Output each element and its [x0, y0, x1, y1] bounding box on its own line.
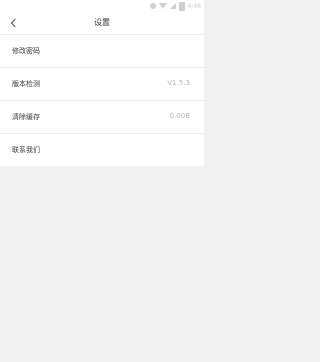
settings-item-version-check[interactable]: 版本检测 V1.5.3 — [0, 67, 204, 100]
signal-icon — [169, 3, 176, 9]
settings-item-label: 清除缓存 — [12, 113, 40, 121]
settings-item-clear-cache[interactable]: 清除缓存 0.00B — [0, 100, 204, 133]
settings-item-contact-us[interactable]: 联系我们 — [0, 133, 204, 166]
status-time: 4:48 — [187, 2, 201, 10]
version-value: V1.5.3 — [167, 79, 190, 87]
wifi-icon — [158, 3, 167, 9]
notification-icon — [149, 3, 156, 9]
settings-item-label: 修改密码 — [12, 47, 40, 55]
status-bar: 4:48 — [0, 0, 204, 12]
settings-item-label: 版本检测 — [12, 80, 40, 88]
navigation-bar: 设置 — [0, 12, 204, 34]
page-title: 设置 — [94, 18, 110, 27]
cache-size-value: 0.00B — [169, 112, 190, 120]
settings-list: 修改密码 版本检测 V1.5.3 清除缓存 0.00B 联系我们 — [0, 34, 204, 166]
settings-item-label: 联系我们 — [12, 146, 40, 154]
battery-icon — [178, 1, 185, 11]
status-icons: 4:48 — [149, 1, 201, 11]
settings-item-change-password[interactable]: 修改密码 — [0, 34, 204, 67]
